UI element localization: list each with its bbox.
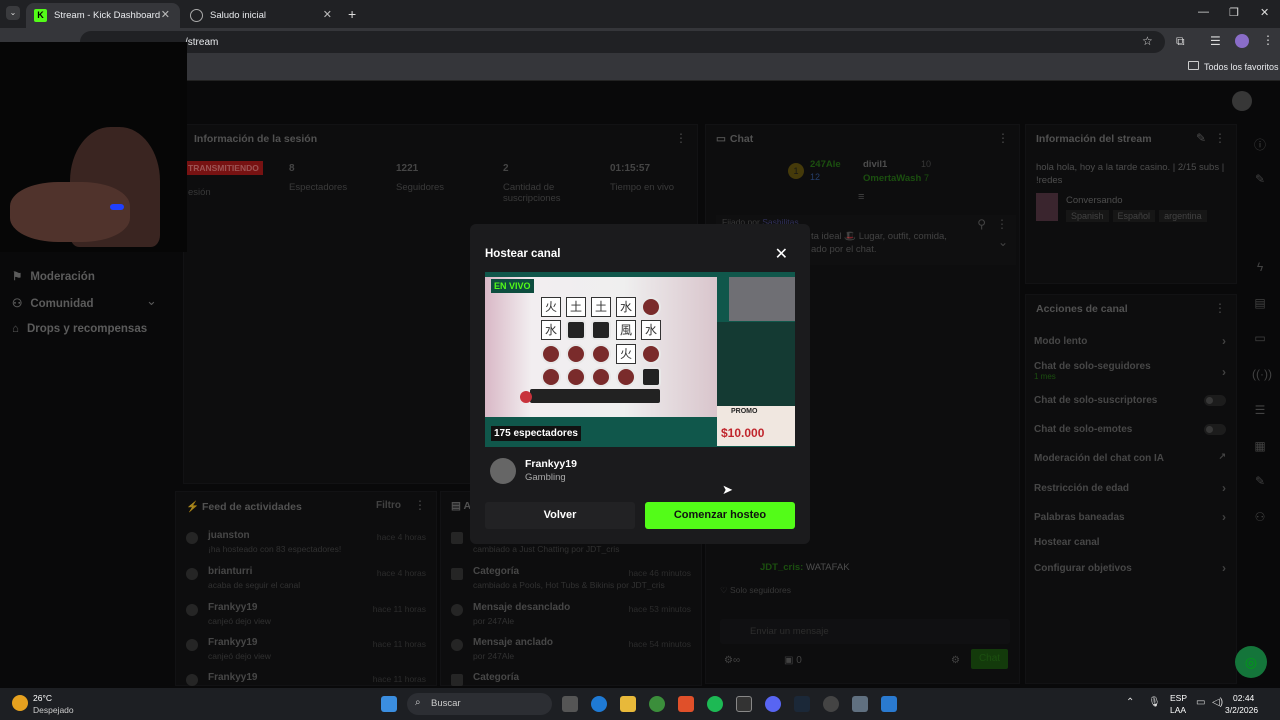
chrome-icon[interactable]: [649, 696, 665, 712]
search-label: Buscar: [431, 698, 461, 709]
light-spot: [110, 204, 124, 210]
volume-icon[interactable]: ◁): [1212, 697, 1223, 708]
clock-time[interactable]: 02:44: [1233, 693, 1254, 703]
game-button: [520, 391, 532, 403]
chevron-up-icon[interactable]: ⌃: [1126, 697, 1134, 708]
arm-figure: [10, 182, 130, 242]
reel: 土: [590, 297, 612, 387]
reel: 土: [565, 297, 587, 387]
network-icon[interactable]: ▭: [1196, 697, 1205, 708]
brave-icon[interactable]: [678, 696, 694, 712]
keyboard-layout[interactable]: LAA: [1170, 705, 1186, 715]
reel: 水: [640, 297, 662, 387]
browser-tab-bar: ⌄ K Stream - Kick Dashboard ✕ Saludo ini…: [0, 0, 1280, 28]
folder-icon: [1188, 61, 1199, 70]
epic-games-icon[interactable]: [736, 696, 752, 712]
stream-preview[interactable]: 火水 土 土 水風火 水 PROMO $10.000 EN VIVO 175 e…: [485, 272, 795, 447]
avatar: [490, 458, 516, 484]
globe-icon: [190, 9, 203, 22]
host-channel-modal: Hostear canal ✕ 火水 土 土 水風火 水 PROMO $10.0…: [470, 224, 810, 544]
obs-icon[interactable]: [823, 696, 839, 712]
back-button[interactable]: Volver: [485, 502, 635, 529]
close-icon[interactable]: ✕: [775, 244, 788, 264]
promo-banner: PROMO $10.000: [717, 406, 795, 446]
modal-title: Hostear canal: [485, 248, 561, 260]
steam-icon[interactable]: [794, 696, 810, 712]
slot-game-art: 火水 土 土 水風火 水: [485, 277, 717, 417]
streamer-cam: [729, 277, 795, 321]
notepad-icon[interactable]: [881, 696, 897, 712]
weather-desc[interactable]: Despejado: [33, 705, 74, 715]
channel-name: Frankyy19: [525, 458, 577, 470]
language-indicator[interactable]: ESP: [1170, 693, 1187, 703]
start-host-button[interactable]: Comenzar hosteo: [645, 502, 795, 529]
weather-temp[interactable]: 26°C: [33, 693, 52, 703]
reel: 火水: [540, 297, 562, 387]
close-icon[interactable]: ✕: [323, 8, 332, 21]
maximize-button[interactable]: ❐: [1229, 6, 1239, 19]
file-explorer-icon[interactable]: [620, 696, 636, 712]
windows-start-icon[interactable]: [381, 696, 397, 712]
reel: 水風火: [615, 297, 637, 387]
url-text: /stream: [185, 37, 219, 48]
task-view-icon[interactable]: [562, 696, 578, 712]
mouse-cursor: ➤: [722, 482, 733, 497]
tab-title: Stream - Kick Dashboard: [54, 10, 161, 21]
tab-kick-dashboard[interactable]: K Stream - Kick Dashboard ✕: [26, 3, 180, 28]
mic-icon[interactable]: 🎙︎: [1148, 697, 1161, 708]
game-control-bar: [530, 389, 660, 403]
extensions-icon[interactable]: ⧉: [1176, 34, 1185, 49]
moon-icon: [12, 695, 28, 711]
windows-taskbar: 26°C Despejado ⌕ Buscar ⌃ 🎙︎ ESP LAA ▭ ◁…: [0, 688, 1280, 720]
channel-category: Gambling: [525, 472, 566, 483]
search-box[interactable]: ⌕ Buscar: [407, 693, 552, 715]
spotify-icon[interactable]: [707, 696, 723, 712]
window-close-button[interactable]: ✕: [1260, 6, 1269, 19]
bookmarks-bar: Todos los favoritos: [0, 55, 1280, 81]
side-panel: [717, 322, 795, 406]
close-icon[interactable]: ✕: [161, 8, 170, 21]
all-bookmarks-link[interactable]: Todos los favoritos: [1204, 62, 1279, 72]
tab-saludo-inicial[interactable]: Saludo inicial ✕: [182, 3, 342, 28]
profile-avatar[interactable]: [1235, 34, 1249, 48]
tab-search-button[interactable]: ⌄: [6, 6, 20, 20]
url-input[interactable]: /stream: [80, 31, 1165, 53]
live-badge: EN VIVO: [491, 279, 534, 293]
tab-title: Saludo inicial: [210, 10, 266, 21]
new-tab-button[interactable]: +: [348, 6, 356, 22]
search-icon: ⌕: [415, 697, 421, 708]
edge-icon[interactable]: [591, 696, 607, 712]
calculator-icon[interactable]: [852, 696, 868, 712]
minimize-button[interactable]: —: [1198, 6, 1209, 18]
viewer-count: 175 espectadores: [491, 426, 581, 441]
menu-icon[interactable]: ⋮: [1262, 33, 1274, 47]
host-target-channel: Frankyy19 Gambling: [488, 456, 788, 488]
star-icon[interactable]: ☆: [1142, 34, 1153, 48]
address-bar: /stream ☆ ⧉ ☰ ⋮: [0, 28, 1280, 55]
discord-icon[interactable]: [765, 696, 781, 712]
media-icon[interactable]: ☰: [1210, 34, 1221, 48]
webcam-overlay: [0, 42, 187, 252]
kick-logo-icon: K: [34, 9, 47, 22]
clock-date[interactable]: 3/2/2026: [1225, 705, 1258, 715]
